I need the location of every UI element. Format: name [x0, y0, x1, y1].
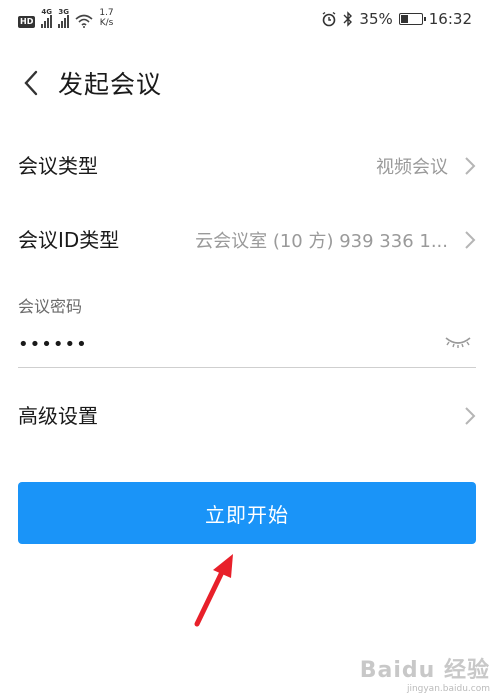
chevron-left-icon	[24, 70, 38, 96]
alarm-icon	[323, 11, 336, 27]
network-speed-unit: K/s	[99, 18, 114, 28]
battery-level	[400, 15, 408, 23]
meeting-password-input[interactable]	[18, 330, 418, 358]
signal-icon-sim2: 3G	[58, 8, 70, 28]
eye-closed-icon	[445, 337, 471, 348]
page-title: 发起会议	[58, 70, 163, 99]
bluetooth-icon	[343, 11, 353, 27]
network-speed-value: 1.7	[99, 8, 114, 18]
meeting-id-type-value: 云会议室 (10 方) 939 336 1...	[195, 231, 448, 252]
chevron-right-icon	[465, 157, 476, 175]
network-type-sim2: 3G	[58, 8, 69, 16]
meeting-password-label: 会议密码	[18, 297, 83, 316]
start-now-button[interactable]: 立即开始	[18, 482, 476, 544]
network-speed: 1.7 K/s	[99, 8, 113, 28]
chevron-right-icon	[465, 231, 476, 249]
status-bar: HD 4G 3G 1.7 K/s 35% 16:32	[0, 0, 500, 40]
meeting-type-value: 视频会议	[376, 157, 448, 178]
annotation-arrow-icon	[194, 554, 233, 627]
meeting-type-row[interactable]: 会议类型 视频会议	[0, 140, 500, 192]
wifi-icon	[75, 14, 93, 28]
status-bar-left: HD 4G 3G 1.7 K/s	[18, 8, 114, 28]
battery-percent: 35%	[359, 10, 393, 28]
hd-badge: HD	[18, 16, 36, 28]
password-underline	[18, 367, 476, 368]
meeting-type-label: 会议类型	[18, 154, 98, 178]
advanced-settings-label: 高级设置	[18, 404, 98, 428]
network-type-sim1: 4G	[41, 8, 52, 16]
meeting-id-type-label: 会议ID类型	[18, 228, 120, 252]
chevron-right-icon	[465, 407, 476, 425]
status-bar-right: 35% 16:32	[321, 10, 472, 28]
signal-icon-sim1: 4G	[41, 8, 53, 28]
watermark-logo: Baidu 经验	[359, 658, 490, 683]
clock: 16:32	[428, 10, 472, 28]
meeting-id-type-row[interactable]: 会议ID类型 云会议室 (10 方) 939 336 1...	[0, 206, 500, 274]
watermark-url: jingyan.baidu.com	[406, 684, 490, 694]
back-button[interactable]	[8, 58, 54, 108]
toggle-password-visibility-button[interactable]	[440, 330, 476, 354]
battery-icon	[398, 13, 426, 25]
advanced-settings-row[interactable]: 高级设置	[0, 390, 500, 442]
baidu-watermark: Baidu 经验 jingyan.baidu.com	[360, 652, 490, 694]
page-header: 发起会议	[0, 58, 500, 108]
